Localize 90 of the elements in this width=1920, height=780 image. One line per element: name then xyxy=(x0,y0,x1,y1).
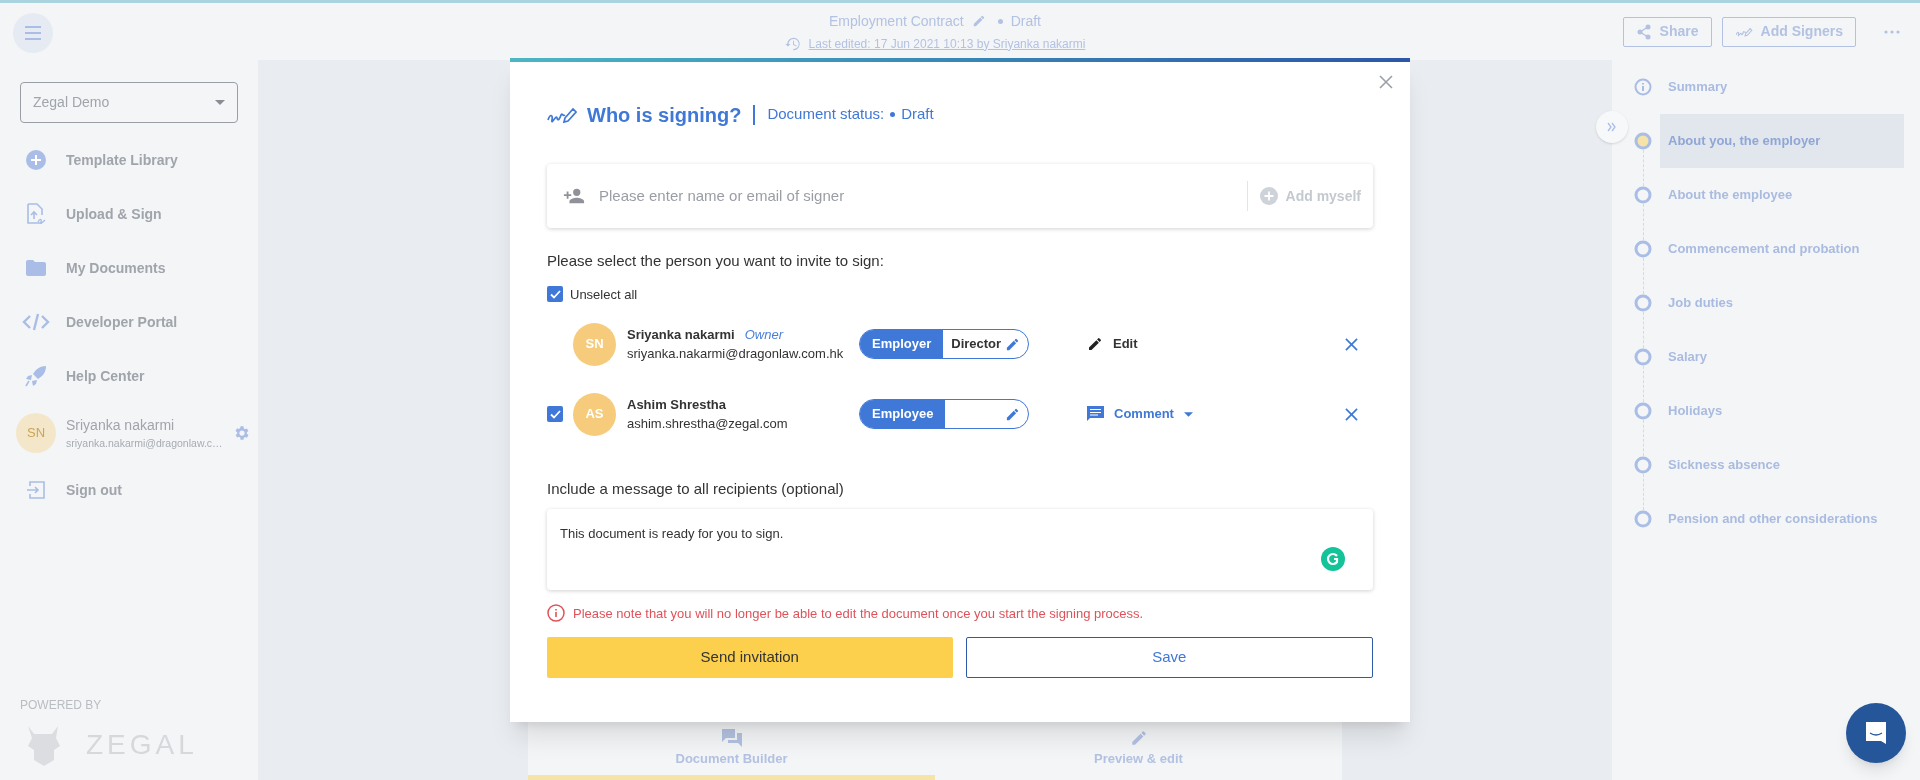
signature-icon xyxy=(547,105,577,124)
info-icon xyxy=(1634,78,1652,96)
signer-name: Ashim Shrestha xyxy=(627,395,726,414)
code-icon xyxy=(22,313,50,331)
nav-item[interactable]: Upload & Sign xyxy=(22,187,236,241)
user-email: sriyanka.nakarmi@dragonlaw.c… xyxy=(66,435,223,451)
permission-button[interactable]: Comment xyxy=(1087,404,1267,424)
caret-icon xyxy=(1183,411,1193,417)
comment-icon xyxy=(1087,406,1104,422)
select-prompt: Please select the person you want to invite to sign: xyxy=(547,251,884,271)
upload-file-icon xyxy=(26,203,46,225)
step-marker-icon xyxy=(1634,456,1652,474)
document-status: Draft xyxy=(1010,11,1041,31)
bottom-tab[interactable]: Preview & edit xyxy=(935,722,1342,780)
close-icon xyxy=(1344,337,1358,351)
outline-item[interactable]: Sickness absence xyxy=(1660,438,1904,492)
signer-name: Sriyanka nakarmi xyxy=(627,325,735,344)
chat-icon xyxy=(1864,720,1888,746)
warning-icon xyxy=(547,604,565,623)
step-marker-icon xyxy=(1634,132,1652,150)
sign-out-link[interactable]: Sign out xyxy=(22,463,236,517)
outline-item[interactable]: About you, the employer xyxy=(1660,114,1904,168)
role-label: Employee xyxy=(860,400,946,428)
nav-item[interactable]: Help Center xyxy=(22,349,236,403)
add-person-icon xyxy=(563,188,585,204)
nav-item[interactable]: My Documents xyxy=(22,241,236,295)
message-field[interactable]: This document is ready for you to sign. xyxy=(547,508,1373,590)
dialog-title: Who is signing? xyxy=(587,102,742,128)
close-icon xyxy=(1379,75,1393,89)
signer-checkbox[interactable] xyxy=(547,406,563,422)
workspace-dropdown[interactable]: Zegal Demo xyxy=(20,82,238,123)
add-signers-button[interactable]: Add Signers xyxy=(1721,16,1856,47)
grammarly-icon[interactable] xyxy=(1321,546,1345,571)
step-marker-icon xyxy=(1634,294,1652,312)
outline-item[interactable]: Holidays xyxy=(1660,384,1904,438)
chat-button[interactable] xyxy=(1846,703,1906,763)
folder-icon xyxy=(26,260,46,276)
last-edited-link[interactable]: Last edited: 17 Jun 2021 10:13 by Sriyanka nakarmi xyxy=(808,34,1086,53)
share-button[interactable]: Share xyxy=(1622,16,1712,47)
step-marker-icon xyxy=(1634,510,1652,528)
signer-search-field[interactable]: Please enter name or email of signer Add myself xyxy=(547,164,1373,228)
role-label: Employer xyxy=(860,330,944,358)
signer-email: ashim.shrestha@zegal.com xyxy=(627,415,789,433)
user-name: Sriyanka nakarmi xyxy=(66,415,176,435)
chat-bubbles-icon xyxy=(721,728,742,747)
step-marker-icon xyxy=(1634,186,1652,204)
pencil-icon[interactable] xyxy=(1005,406,1020,422)
exit-icon xyxy=(26,480,46,500)
step-marker-icon xyxy=(1634,240,1652,258)
nav-item[interactable]: Template Library xyxy=(22,133,236,187)
document-status: Draft xyxy=(901,104,934,125)
outline-item[interactable]: Job duties xyxy=(1660,276,1904,330)
position-label: Director xyxy=(951,335,1002,354)
nav-item[interactable]: Developer Portal xyxy=(22,295,236,349)
plus-circle-icon xyxy=(26,150,46,170)
outline-item[interactable]: About the employee xyxy=(1660,168,1904,222)
outline-item[interactable]: Pension and other considerations xyxy=(1660,492,1904,546)
message-label: Include a message to all recipients (optional) xyxy=(547,479,844,499)
close-icon xyxy=(1344,407,1358,421)
signer-email: sriyanka.nakarmi@dragonlaw.com.hk xyxy=(627,345,845,363)
owner-tag: Owner xyxy=(744,324,783,344)
outline-item[interactable]: Summary xyxy=(1660,60,1904,114)
warning-message: Please note that you will no longer be able to edit the document once you start the signing process. xyxy=(573,604,1144,623)
history-icon xyxy=(784,36,801,51)
caret-icon xyxy=(215,100,225,105)
permission-button[interactable]: Edit xyxy=(1087,334,1267,354)
send-invitation-button[interactable]: Send invitation xyxy=(547,637,953,678)
user-avatar: SN xyxy=(16,413,56,453)
unselect-all-label: Unselect all xyxy=(570,285,638,304)
unselect-all-checkbox[interactable] xyxy=(547,286,563,303)
outline-item[interactable]: Commencement and probation xyxy=(1660,222,1904,276)
add-myself-button[interactable]: Add myself xyxy=(1247,185,1373,207)
pencil-icon xyxy=(1129,728,1148,747)
rocket-icon xyxy=(25,365,47,387)
document-status-label: Document status: xyxy=(767,104,885,125)
step-marker-icon xyxy=(1634,348,1652,366)
double-chevron-icon xyxy=(1607,122,1617,132)
pencil-icon xyxy=(1087,336,1103,352)
step-marker-icon xyxy=(1634,402,1652,420)
signer-avatar: SN xyxy=(573,322,616,366)
outline-item[interactable]: Salary xyxy=(1660,330,1904,384)
powered-by-label: POWERED BY xyxy=(20,697,102,714)
pencil-icon[interactable] xyxy=(1005,336,1020,352)
signer-avatar: AS xyxy=(573,392,616,436)
save-button[interactable]: Save xyxy=(965,637,1373,678)
share-icon xyxy=(1635,23,1652,40)
document-title: Employment Contract xyxy=(829,11,964,31)
menu-icon xyxy=(24,26,42,40)
plus-circle-icon xyxy=(1259,187,1278,205)
signature-icon xyxy=(1734,26,1753,37)
